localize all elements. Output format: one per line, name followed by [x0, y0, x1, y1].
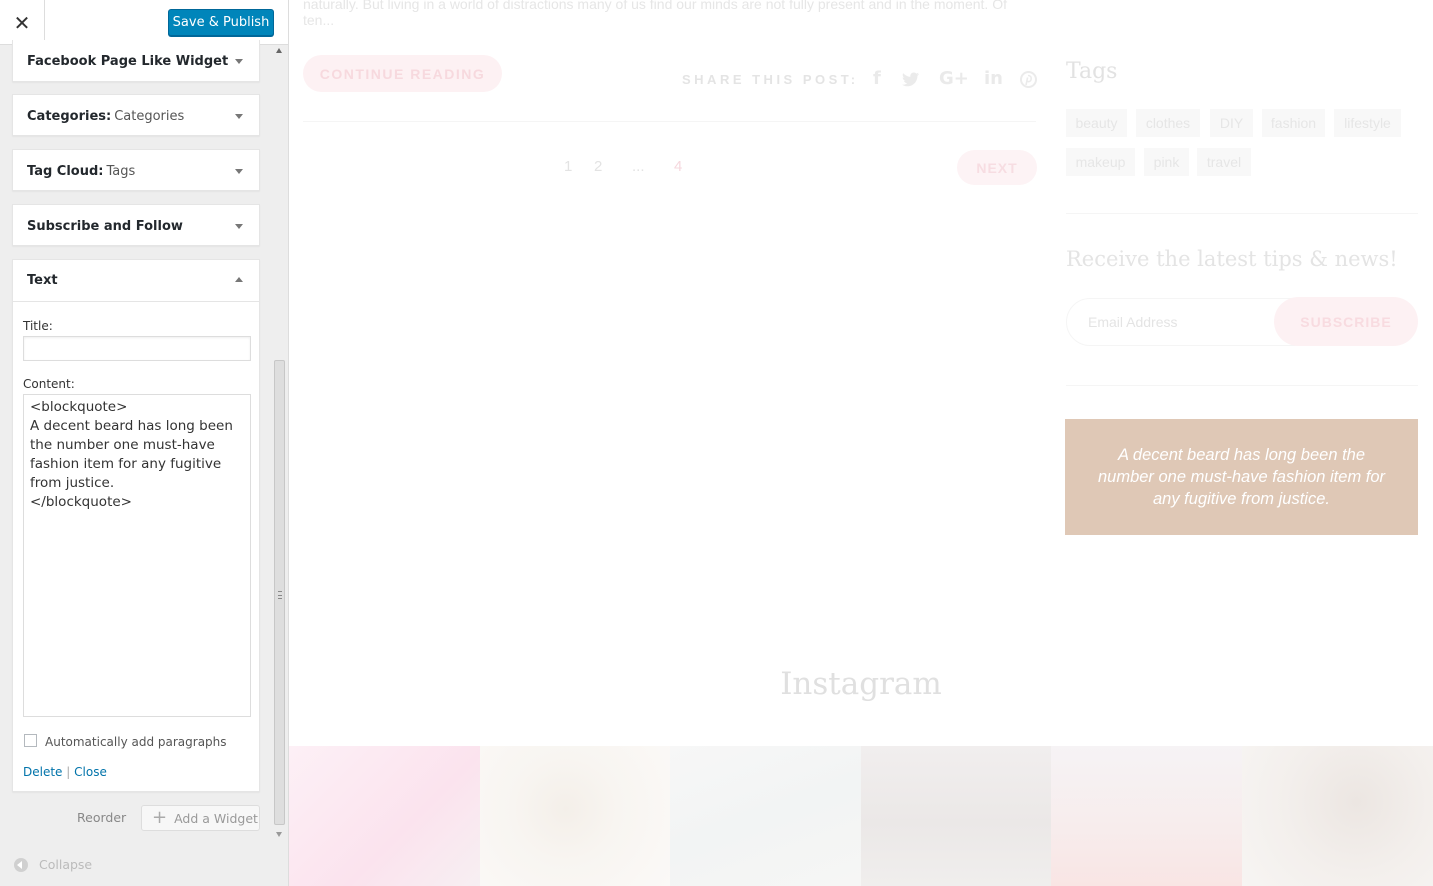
instagram-photo[interactable] — [670, 746, 861, 886]
widget-title: Text — [27, 273, 58, 288]
page-link-1[interactable]: 1 — [564, 158, 572, 175]
add-widget-label: Add a Widget — [174, 810, 258, 826]
expand-arrow-icon[interactable] — [235, 59, 243, 64]
customizer-header: ✕ Save & Publish — [0, 0, 288, 45]
post-excerpt-continued: ten... — [303, 12, 335, 28]
widget-subtitle: Categories — [114, 108, 185, 124]
tag-link[interactable]: lifestyle — [1334, 109, 1401, 137]
plus-icon: + — [152, 807, 168, 828]
page-ellipsis: ... — [632, 158, 645, 175]
tag-link[interactable]: clothes — [1136, 109, 1200, 137]
continue-reading-button[interactable]: CONTINUE READING — [303, 55, 502, 92]
widget-actions: Delete | Close — [23, 765, 107, 779]
linkedin-icon[interactable]: in — [984, 68, 1003, 89]
widget-categories[interactable]: Categories: Categories — [12, 94, 260, 136]
add-widget-button[interactable]: + Add a Widget — [141, 805, 260, 831]
instagram-photo[interactable] — [1242, 746, 1433, 886]
facebook-icon[interactable]: f — [873, 68, 881, 89]
tag-link[interactable]: pink — [1144, 148, 1189, 176]
panel-scrollbar[interactable] — [272, 45, 287, 840]
pinterest-icon[interactable] — [1020, 71, 1037, 88]
close-customizer-button[interactable]: ✕ — [0, 0, 45, 45]
next-page-button[interactable]: NEXT — [957, 150, 1037, 185]
blockquote-text: A decent beard has long been the number … — [1097, 446, 1386, 508]
subscribe-button[interactable]: SUBSCRIBE — [1274, 297, 1418, 346]
email-input[interactable]: Email Address — [1066, 298, 1306, 346]
widget-title: Subscribe and Follow — [27, 218, 183, 234]
google-plus-icon[interactable]: G+ — [939, 68, 969, 89]
instagram-photo[interactable] — [861, 746, 1051, 886]
share-label: SHARE THIS POST: — [682, 72, 859, 87]
site-preview: naturally. But living in a world of dist… — [289, 0, 1433, 886]
grip-icon — [278, 591, 282, 599]
tag-link[interactable]: fashion — [1262, 109, 1325, 137]
divider — [1066, 213, 1418, 214]
collapse-icon — [14, 857, 28, 872]
widget-title: Tag Cloud: — [27, 163, 104, 179]
title-field[interactable] — [23, 336, 251, 361]
collapse-label: Collapse — [39, 857, 93, 872]
collapse-arrow-icon[interactable] — [235, 277, 243, 282]
widget-title: Categories: — [27, 108, 112, 124]
expand-arrow-icon[interactable] — [235, 224, 243, 229]
content-field-label: Content: — [23, 377, 75, 391]
content-textarea[interactable]: <blockquote> A decent beard has long bee… — [23, 394, 251, 717]
tag-link[interactable]: beauty — [1066, 109, 1127, 137]
widget-subtitle: Tags — [106, 163, 136, 179]
tags-heading: Tags — [1066, 59, 1118, 84]
delete-widget-link[interactable]: Delete — [23, 765, 62, 779]
divider — [303, 121, 1036, 122]
widget-subscribe-follow[interactable]: Subscribe and Follow — [12, 204, 260, 246]
twitter-icon[interactable] — [902, 72, 920, 87]
divider — [1066, 385, 1418, 386]
instagram-photo[interactable] — [1051, 746, 1242, 886]
reorder-button[interactable]: Reorder — [77, 810, 126, 825]
blockquote-widget: A decent beard has long been the number … — [1065, 419, 1418, 535]
title-field-label: Title: — [23, 319, 53, 333]
expand-arrow-icon[interactable] — [235, 114, 243, 119]
widget-tag-cloud[interactable]: Tag Cloud: Tags — [12, 149, 260, 191]
page-link-4[interactable]: 4 — [674, 158, 682, 175]
expand-arrow-icon[interactable] — [235, 169, 243, 174]
instagram-heading: Instagram — [780, 666, 942, 702]
save-publish-button[interactable]: Save & Publish — [168, 9, 274, 36]
customizer-panel: ✕ Save & Publish Facebook Page Like Widg… — [0, 0, 289, 886]
scrollbar-thumb[interactable] — [274, 360, 285, 825]
widget-text: Text Title: Content: <blockquote> A dece… — [12, 259, 260, 792]
page-link-2[interactable]: 2 — [594, 158, 602, 175]
post-excerpt: naturally. But living in a world of dist… — [303, 0, 1007, 12]
tag-link[interactable]: travel — [1197, 148, 1251, 176]
tag-link[interactable]: DIY — [1210, 109, 1253, 137]
collapse-button[interactable]: Collapse — [14, 857, 92, 872]
widget-facebook-page-like[interactable]: Facebook Page Like Widget — [12, 40, 260, 82]
instagram-photo[interactable] — [480, 746, 670, 886]
widget-title: Facebook Page Like Widget — [27, 53, 229, 69]
scroll-down-arrow-icon[interactable] — [276, 832, 282, 837]
widget-text-header[interactable]: Text — [13, 260, 259, 302]
close-icon: ✕ — [13, 10, 31, 35]
newsletter-heading: Receive the latest tips & news! — [1066, 247, 1398, 271]
instagram-photo[interactable] — [289, 746, 480, 886]
scroll-up-arrow-icon[interactable] — [276, 48, 282, 53]
auto-paragraphs-checkbox[interactable] — [24, 734, 37, 747]
tag-link[interactable]: makeup — [1066, 148, 1135, 176]
auto-paragraphs-label: Automatically add paragraphs — [45, 735, 227, 749]
link-separator: | — [66, 765, 71, 779]
close-widget-link[interactable]: Close — [74, 765, 107, 779]
